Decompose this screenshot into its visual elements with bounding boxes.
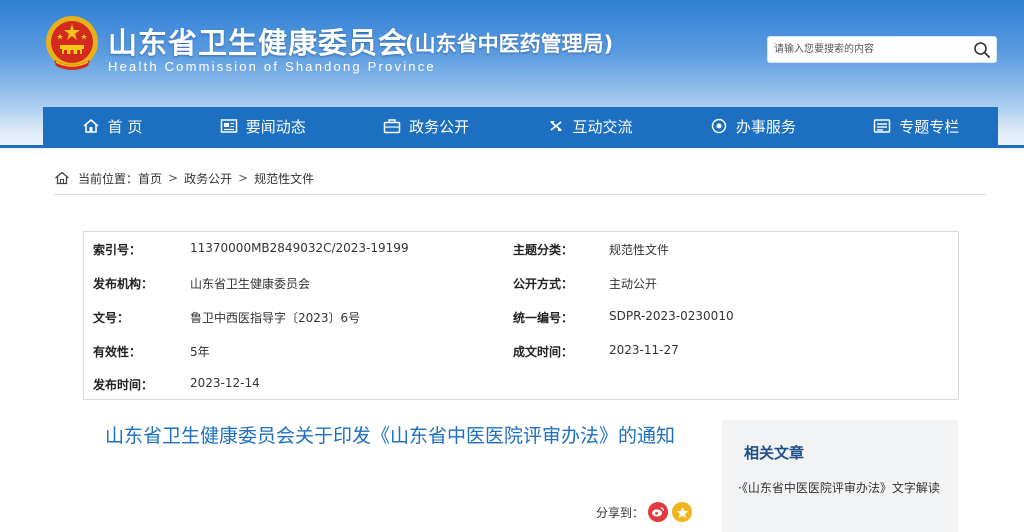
share-bar: 分享到： — [596, 501, 693, 523]
meta-code-value: SDPR-2023-0230010 — [609, 309, 734, 323]
related-articles-title: 相关文章 — [744, 444, 805, 462]
site-title: 山东省卫生健康委员会 — [108, 26, 409, 60]
meta-open-value: 主动公开 — [609, 277, 658, 291]
nav-item-label: 政务公开 — [409, 117, 470, 136]
nav-item-services[interactable]: 办事服务 — [710, 116, 796, 137]
service-icon — [711, 118, 727, 134]
nav-item-columns[interactable]: 专题专栏 — [873, 116, 959, 137]
nav-item-news[interactable]: 要闻动态 — [220, 116, 306, 137]
related-article-link[interactable]: ·《山东省中医医院评审办法》文字解读 — [738, 476, 958, 501]
column-icon — [873, 119, 891, 133]
briefcase-icon — [383, 119, 401, 134]
breadcrumb-separator: > — [168, 171, 179, 185]
meta-index-label: 索引号： — [93, 243, 142, 257]
search-box — [767, 36, 997, 63]
meta-created-label: 成文时间： — [513, 345, 574, 359]
meta-open-label: 公开方式： — [513, 277, 574, 291]
weibo-icon[interactable] — [648, 502, 669, 522]
meta-validity-value: 5年 — [190, 345, 210, 359]
meta-publisher-value: 山东省卫生健康委员会 — [190, 277, 311, 291]
breadcrumb-link-regulations[interactable]: 规范性文件 — [254, 170, 314, 187]
site-english-title: Health Commission of Shandong Province — [108, 59, 436, 74]
site-subtitle: (山东省中医药管理局) — [405, 32, 614, 56]
nav-item-label: 专题专栏 — [899, 117, 960, 136]
home-icon — [55, 171, 69, 185]
search-input[interactable] — [768, 37, 968, 62]
nav-item-home[interactable]: 首 页 — [82, 116, 143, 137]
breadcrumb-separator: > — [238, 171, 249, 185]
nav-item-label: 要闻动态 — [245, 117, 306, 136]
nav-item-label: 办事服务 — [735, 117, 796, 136]
article-title: 山东省卫生健康委员会关于印发《山东省中医医院评审办法》的通知 — [104, 425, 675, 447]
meta-category-label: 主题分类： — [513, 243, 574, 257]
meta-code-label: 统一编号： — [513, 311, 574, 325]
nav-item-gov-affairs[interactable]: 政务公开 — [383, 116, 469, 137]
qzone-icon[interactable] — [672, 502, 693, 522]
main-nav: 首 页 要闻动态 政务公开 互动交流 办事服务 专题专栏 — [43, 107, 998, 145]
national-emblem-icon — [46, 16, 98, 70]
divider — [54, 194, 986, 195]
exchange-icon — [549, 121, 562, 131]
home-icon — [83, 118, 99, 133]
meta-validity-label: 有效性： — [93, 345, 142, 359]
search-icon[interactable] — [972, 40, 992, 60]
related-articles-panel: 相关文章 ·《山东省中医医院评审办法》文字解读 — [722, 420, 958, 532]
meta-publisher-label: 发布机构： — [93, 277, 154, 291]
news-icon — [220, 119, 238, 133]
meta-created-value: 2023-11-27 — [609, 343, 679, 357]
breadcrumb-prefix: 当前位置： — [78, 171, 139, 186]
meta-published-label: 发布时间： — [93, 378, 154, 392]
breadcrumb: 当前位置： 首页 > 政务公开 > 规范性文件 — [54, 169, 314, 187]
nav-item-interaction[interactable]: 互动交流 — [547, 116, 633, 137]
meta-category-value: 规范性文件 — [609, 243, 670, 257]
meta-doc-number-value: 鲁卫中西医指导字〔2023〕6号 — [190, 311, 361, 325]
breadcrumb-link-home[interactable]: 首页 — [138, 170, 162, 187]
breadcrumb-link-gov-affairs[interactable]: 政务公开 — [184, 170, 232, 187]
meta-published-value: 2023-12-14 — [190, 376, 260, 390]
nav-item-label: 首 页 — [107, 117, 143, 136]
nav-item-label: 互动交流 — [572, 117, 633, 136]
meta-doc-number-label: 文号： — [93, 311, 130, 325]
share-label: 分享到： — [596, 505, 645, 520]
meta-index-value: 11370000MB2849032C/2023-19199 — [190, 241, 409, 255]
